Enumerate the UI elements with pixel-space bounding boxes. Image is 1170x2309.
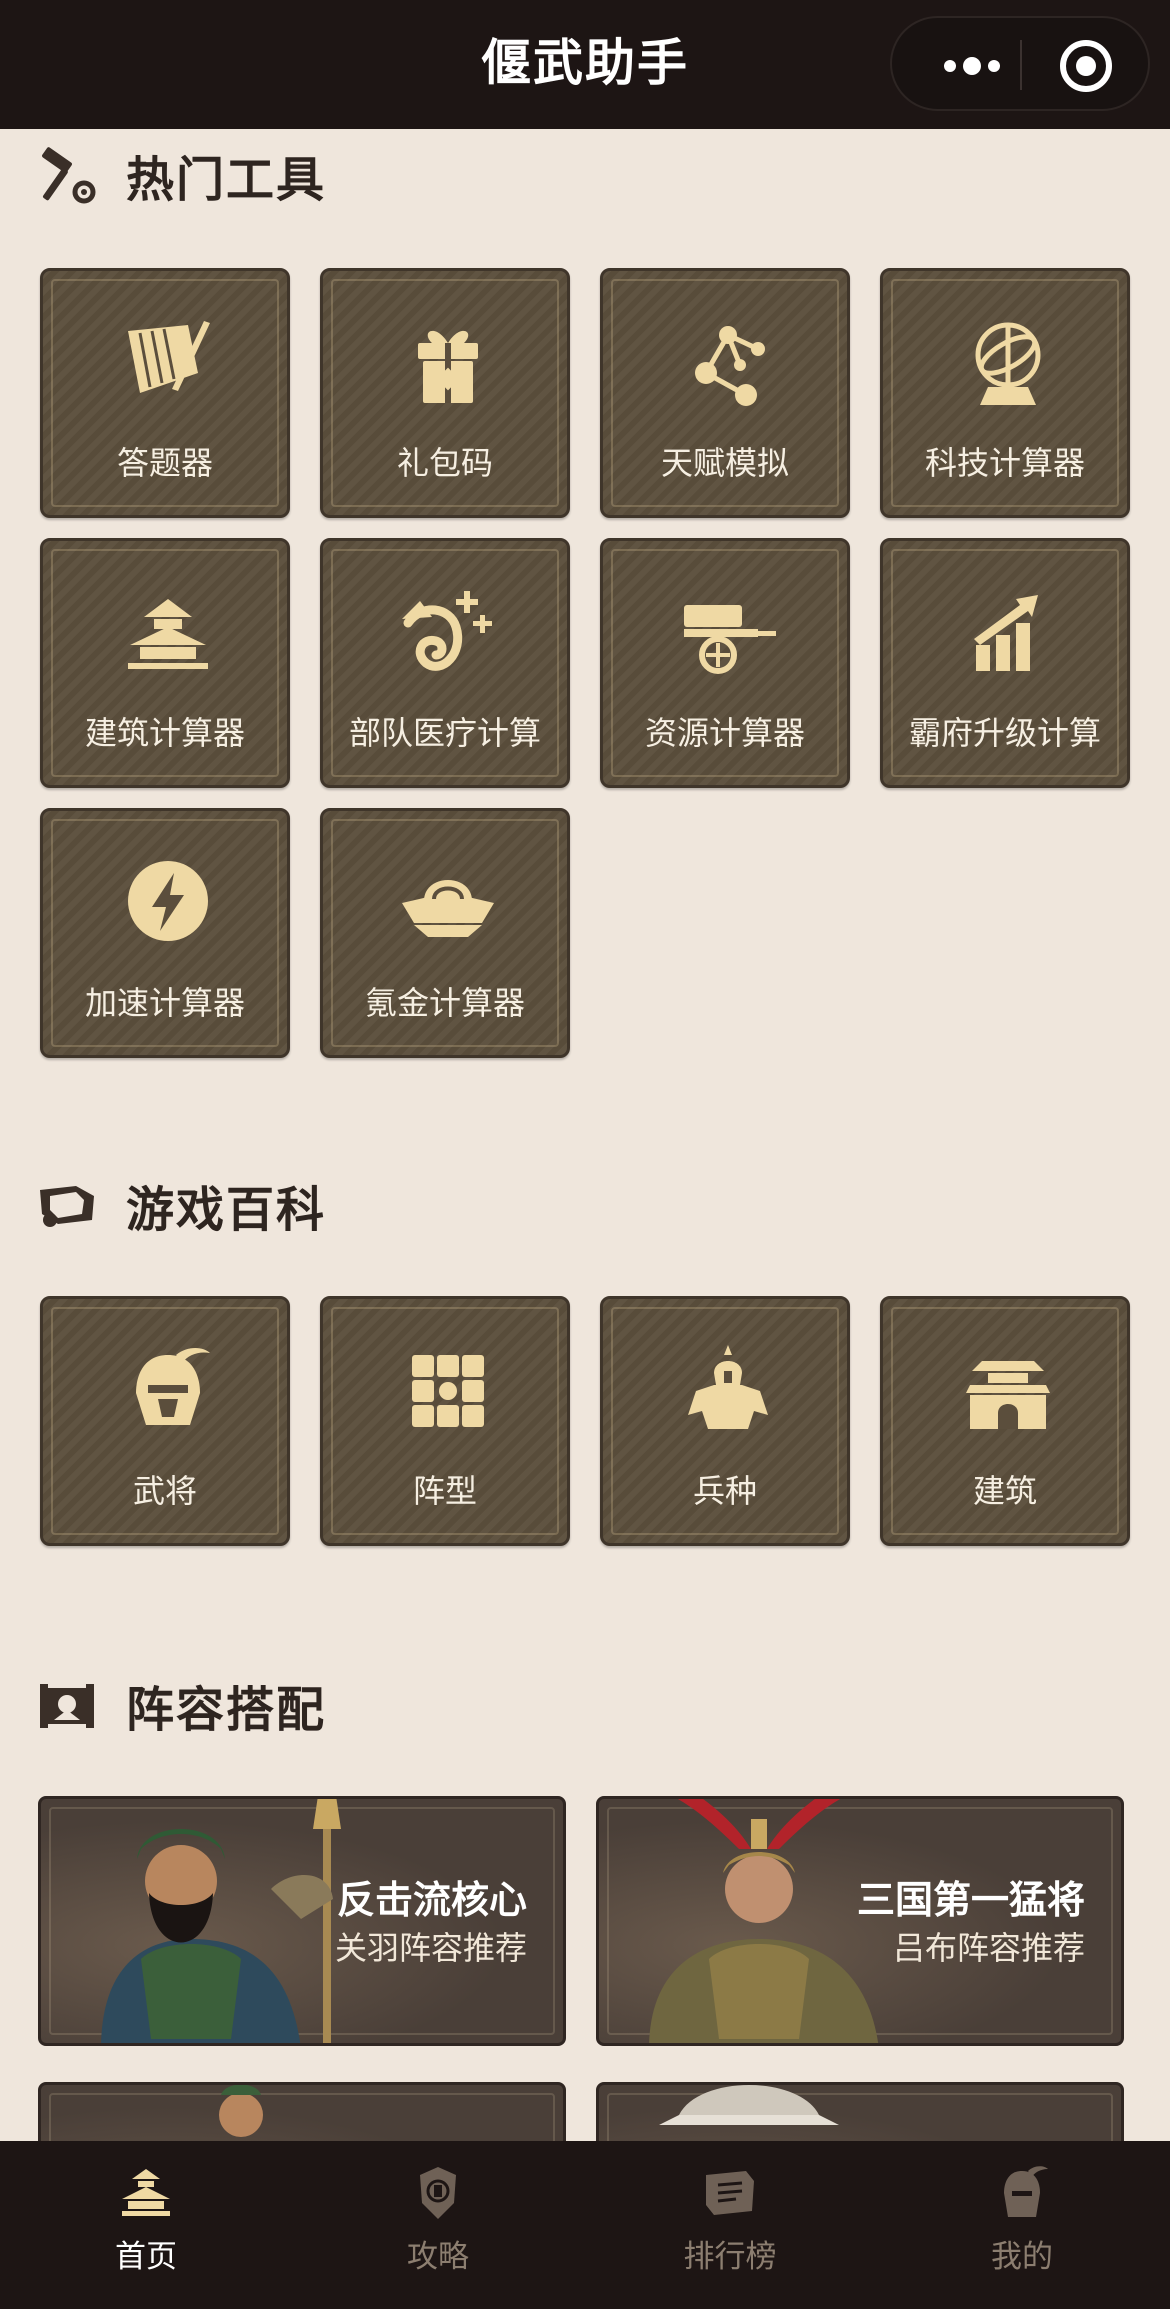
lineup-subtitle: 吕布阵容推荐	[892, 1929, 1085, 1967]
tile-label: 武将	[132, 1472, 197, 1510]
tile-label: 科技计算器	[924, 444, 1085, 482]
guan-yu-portrait	[101, 1799, 341, 2043]
tile-label: 建筑计算器	[84, 714, 245, 752]
tool-tile-talent[interactable]: 天赋模拟	[600, 268, 850, 518]
tool-tile-medical[interactable]: 部队医疗计算	[320, 538, 570, 788]
wiki-tile-formation[interactable]: 阵型	[320, 1296, 570, 1546]
lightning-icon	[128, 861, 208, 941]
tile-label: 天赋模拟	[660, 444, 789, 482]
wiki-tile-buildings[interactable]: 建筑	[880, 1296, 1130, 1546]
general-helmet-icon	[136, 1348, 210, 1425]
tool-tile-speedup[interactable]: 加速计算器	[40, 808, 290, 1058]
close-mini-program-icon[interactable]	[1060, 40, 1112, 92]
hammer-gear-icon	[42, 147, 96, 204]
war-banner-icon	[40, 1684, 94, 1728]
tile-label: 部队医疗计算	[348, 714, 541, 752]
ranking-scroll-icon	[706, 2171, 754, 2215]
scroll-icon	[40, 1186, 94, 1227]
tile-label: 加速计算器	[84, 984, 245, 1022]
tab-home[interactable]: 首页	[0, 2141, 292, 2309]
tab-label: 首页	[115, 2239, 177, 2275]
tool-tile-topup[interactable]: 氪金计算器	[320, 808, 570, 1058]
tool-tile-tech[interactable]: 科技计算器	[880, 268, 1130, 518]
growth-chart-icon	[974, 595, 1038, 671]
palace-icon	[128, 599, 208, 669]
guide-shield-icon	[420, 2167, 456, 2219]
tab-guide[interactable]: 攻略	[292, 2141, 584, 2309]
tab-label: 攻略	[407, 2239, 469, 2275]
gold-ingot-icon	[402, 880, 494, 937]
lineup-card-lu-bu[interactable]: 三国第一猛将 吕布阵容推荐	[596, 1796, 1124, 2046]
tab-ranking[interactable]: 排行榜	[584, 2141, 876, 2309]
tile-label: 氪金计算器	[364, 984, 525, 1022]
tile-label: 资源计算器	[644, 714, 805, 752]
tab-profile[interactable]: 我的	[876, 2141, 1168, 2309]
capsule-divider	[1020, 40, 1022, 90]
home-palace-icon	[122, 2169, 170, 2216]
gift-box-icon	[418, 330, 478, 403]
tile-label: 建筑	[972, 1472, 1037, 1510]
profile-helmet-icon	[1004, 2166, 1048, 2217]
tab-label: 排行榜	[683, 2239, 777, 2275]
section-title: 热门工具	[126, 152, 327, 208]
tool-tile-upgrade[interactable]: 霸府升级计算	[880, 538, 1130, 788]
lineup-subtitle: 关羽阵容推荐	[334, 1929, 527, 1967]
tool-tile-building[interactable]: 建筑计算器	[40, 538, 290, 788]
bottom-tab-bar: 首页 攻略 排行榜 我的	[0, 2141, 1170, 2309]
tile-label: 阵型	[412, 1472, 477, 1510]
soldier-icon	[688, 1345, 768, 1429]
tab-label: 我的	[991, 2239, 1053, 2275]
mini-program-capsule	[890, 16, 1150, 111]
cart-icon	[684, 605, 776, 674]
talent-tree-icon	[695, 326, 765, 406]
tool-tile-answer[interactable]: 答题器	[40, 268, 290, 518]
healing-swirl-icon	[402, 591, 492, 671]
tile-label: 礼包码	[396, 444, 493, 482]
lineup-title: 三国第一猛将	[856, 1878, 1085, 1922]
tile-label: 兵种	[692, 1472, 757, 1510]
formation-grid-icon	[412, 1355, 484, 1427]
tool-tile-resource[interactable]: 资源计算器	[600, 538, 850, 788]
wiki-tile-generals[interactable]: 武将	[40, 1296, 290, 1546]
encyclopedia-section-header: 游戏百科	[36, 1170, 326, 1240]
section-title: 阵容搭配	[126, 1682, 327, 1738]
hot-tools-section-header: 热门工具	[36, 140, 326, 210]
top-bar: 偃武助手	[0, 0, 1170, 129]
tool-tile-gift-code[interactable]: 礼包码	[320, 268, 570, 518]
lineup-title: 反击流核心	[336, 1878, 527, 1922]
city-gate-icon	[966, 1361, 1050, 1429]
lineup-card-guan-yu[interactable]: 反击流核心 关羽阵容推荐	[38, 1796, 566, 2046]
more-options-icon[interactable]	[922, 18, 1022, 113]
bamboo-scroll-brush-icon	[128, 321, 210, 393]
tile-label: 霸府升级计算	[908, 714, 1101, 752]
tile-label: 答题器	[116, 444, 213, 482]
section-title: 游戏百科	[126, 1182, 327, 1238]
wiki-tile-troops[interactable]: 兵种	[600, 1296, 850, 1546]
armillary-sphere-icon	[975, 322, 1041, 405]
lineup-section-header: 阵容搭配	[36, 1670, 326, 1740]
